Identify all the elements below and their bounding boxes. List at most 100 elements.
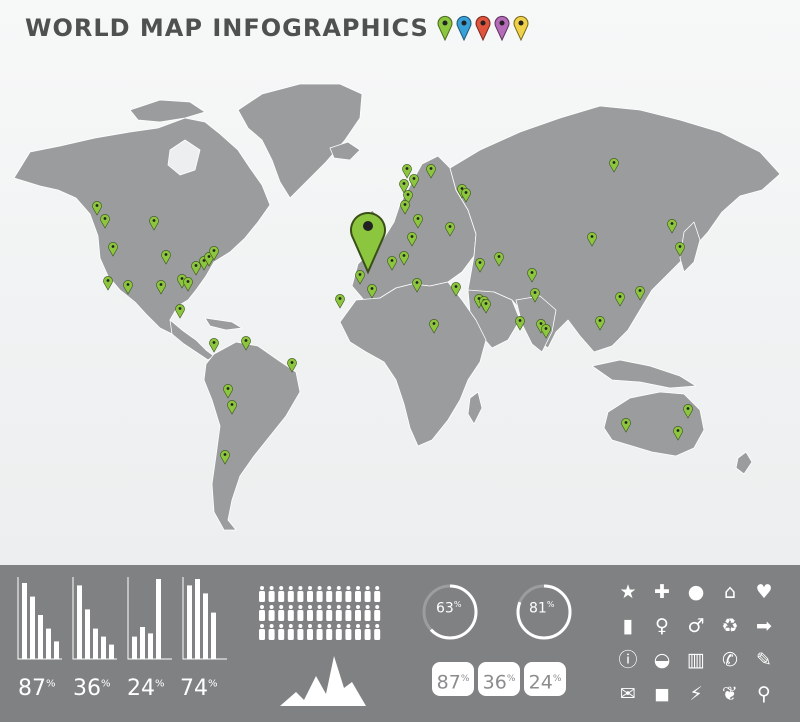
person-figure-icon xyxy=(316,586,323,602)
home-icon: ⌂ xyxy=(723,581,737,603)
bar xyxy=(187,585,192,659)
factory-icon: ▥ xyxy=(687,649,705,671)
person-figure-icon xyxy=(316,605,323,621)
bar xyxy=(54,641,59,659)
central-america-shape xyxy=(169,319,215,361)
person-figure-icon xyxy=(364,624,371,640)
burger-icon: ◒ xyxy=(653,649,671,671)
stat-tile-1: 87% xyxy=(432,662,474,696)
location-pin-icon[interactable] xyxy=(103,276,113,291)
person-figure-icon xyxy=(278,605,285,621)
person-figure-icon xyxy=(335,624,342,640)
person-figure-icon xyxy=(307,605,313,621)
map-pin-dot xyxy=(363,221,373,231)
person-figure-icon xyxy=(287,624,294,640)
person-figure-icon xyxy=(345,605,352,621)
leaf-icon: ❦ xyxy=(722,683,738,705)
caribbean-shape xyxy=(204,317,243,331)
bar xyxy=(195,579,200,659)
people-grid xyxy=(259,586,381,640)
star-icon: ★ xyxy=(619,581,637,603)
person-figure-icon xyxy=(345,586,352,602)
bar xyxy=(109,644,114,659)
world-map xyxy=(13,83,781,531)
pushpin-icon: ✎ xyxy=(756,649,772,671)
person-figure-icon xyxy=(278,586,285,602)
fuel-pump-icon: ▮ xyxy=(622,615,634,637)
person-figure-icon xyxy=(355,586,361,602)
person-figure-icon xyxy=(364,586,371,602)
plug-icon: ⚡ xyxy=(689,683,703,705)
arrow-right-icon: ➡ xyxy=(756,615,772,637)
location-pin-icon[interactable] xyxy=(175,304,185,319)
person-figure-icon xyxy=(374,586,381,602)
person-figure-icon xyxy=(259,605,265,621)
bar xyxy=(148,633,153,659)
phone-icon: ✆ xyxy=(722,649,738,671)
person-figure-icon xyxy=(335,605,342,621)
person-figure-icon xyxy=(335,586,342,602)
australia-shape xyxy=(603,391,705,457)
person-figure-icon xyxy=(316,624,323,640)
person-figure-icon xyxy=(307,624,313,640)
bar-label-4: 74% xyxy=(180,676,218,701)
bar xyxy=(203,593,208,659)
new-zealand-shape xyxy=(735,451,753,475)
location-pin-icon[interactable] xyxy=(515,316,525,331)
car-icon: ◼ xyxy=(654,683,670,705)
stat-tile-2: 36% xyxy=(478,662,520,696)
bar xyxy=(46,628,51,659)
location-pin-icon[interactable] xyxy=(402,164,412,179)
person-figure-icon xyxy=(287,586,294,602)
heart-icon: ♥ xyxy=(755,581,773,603)
person-figure-icon xyxy=(259,586,265,602)
north-america-shape xyxy=(13,117,271,337)
person-figure-icon xyxy=(364,605,371,621)
ring-label-1: 63% xyxy=(436,600,462,617)
person-icon: ● xyxy=(687,581,705,603)
plus-icon: ✚ xyxy=(654,581,670,603)
bar xyxy=(22,583,27,659)
bar-label-2: 36% xyxy=(73,676,111,701)
person-figure-icon xyxy=(307,586,313,602)
water-tap-icon: ⚲ xyxy=(757,683,771,705)
bar xyxy=(156,579,161,659)
man-icon: ♂ xyxy=(687,615,705,637)
person-figure-icon xyxy=(355,624,361,640)
person-figure-icon xyxy=(278,624,285,640)
bar-charts xyxy=(17,577,227,660)
bar xyxy=(85,609,90,659)
location-pin-icon[interactable] xyxy=(335,294,345,309)
south-america-shape xyxy=(203,341,301,531)
bar xyxy=(101,636,106,659)
ring-label-2: 81% xyxy=(529,600,555,617)
person-figure-icon xyxy=(297,586,304,602)
bar xyxy=(140,627,145,659)
person-figure-icon xyxy=(355,605,361,621)
madagascar-shape xyxy=(467,391,483,425)
woman-icon: ♀ xyxy=(655,615,669,637)
mountain-chart xyxy=(280,656,366,706)
bar xyxy=(38,615,43,659)
africa-shape xyxy=(339,281,487,447)
person-figure-icon xyxy=(345,624,352,640)
info-icon: ⓘ xyxy=(618,649,638,671)
southeast-asia-islands-shape xyxy=(591,359,697,389)
person-figure-icon xyxy=(268,605,275,621)
location-pin-icon[interactable] xyxy=(209,338,219,353)
person-figure-icon xyxy=(326,624,333,640)
bar xyxy=(77,585,82,659)
person-figure-icon xyxy=(374,624,381,640)
stat-tile-3: 24% xyxy=(524,662,566,696)
bar xyxy=(30,596,35,659)
recycle-icon: ♻ xyxy=(721,615,739,637)
person-figure-icon xyxy=(287,605,294,621)
person-figure-icon xyxy=(326,586,333,602)
bar-label-1: 87% xyxy=(18,676,56,701)
bar-label-3: 24% xyxy=(127,676,165,701)
person-figure-icon xyxy=(259,624,265,640)
mountain-shape xyxy=(280,656,366,706)
mail-icon: ✉ xyxy=(620,683,636,705)
canada-islands-shape xyxy=(129,99,206,123)
person-figure-icon xyxy=(297,624,304,640)
